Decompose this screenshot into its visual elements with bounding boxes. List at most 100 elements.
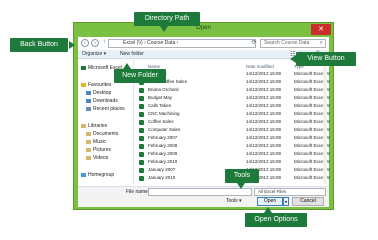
nav-item-libraries[interactable]: Libraries [81, 123, 107, 129]
excel-file-icon [139, 152, 144, 157]
nav-item-pictures[interactable]: Pictures [86, 147, 111, 153]
nav-item-favourites[interactable]: Favourites [81, 82, 111, 88]
back-button[interactable]: ‹ [81, 39, 89, 47]
table-row[interactable]: February 2010 14/12/2012 15:59 Microsoft E… [136, 159, 330, 166]
music-icon [86, 139, 91, 144]
file-date: 14/12/2012 15:59 [246, 143, 282, 148]
table-row[interactable]: Briana Orchard 14/12/2012 15:59 Microsoft … [136, 87, 330, 94]
file-date: 14/12/2012 15:59 [246, 87, 282, 92]
callout-new-folder: New Folder [114, 69, 166, 83]
file-date: 14/12/2012 15:59 [246, 111, 282, 116]
file-name: Coffee Sales [148, 119, 174, 124]
excel-file-icon [139, 168, 144, 173]
file-name: January 2010 [148, 175, 176, 180]
videos-icon [86, 155, 91, 160]
excel-icon [81, 65, 86, 70]
excel-file-icon [139, 128, 144, 133]
file-name: Budget May [148, 95, 173, 100]
recent-places-icon [86, 106, 91, 111]
callout-view-button: View Button [296, 52, 356, 66]
title-bar: Open ✕ [74, 23, 333, 37]
callout-directory-path: Directory Path [134, 12, 200, 26]
open-dialog: Open ✕ ‹ › ↑ Excel (\\) › Course Data › … [73, 22, 334, 210]
star-icon [81, 82, 86, 87]
new-folder-button[interactable]: New folder [120, 51, 144, 57]
tools-button[interactable]: Tools ▾ [226, 198, 242, 204]
directory-path-pointer [160, 26, 168, 32]
excel-file-icon [139, 96, 144, 101]
organize-button[interactable]: Organize ▾ [82, 51, 106, 57]
file-type-select[interactable]: All Excel Files [254, 188, 326, 196]
nav-item-documents[interactable]: Documents [86, 131, 118, 137]
nav-item-homegroup[interactable]: Homegroup [81, 172, 114, 178]
table-row[interactable]: Calls Taken 14/12/2012 15:59 Microsoft Exc… [136, 103, 330, 110]
address-path: Excel (\\) › Course Data › [123, 40, 179, 46]
address-bar[interactable]: Excel (\\) › Course Data › [108, 39, 256, 48]
excel-file-icon [139, 144, 144, 149]
excel-file-icon [139, 104, 144, 109]
column-header-date[interactable]: Date modified [246, 64, 274, 69]
search-placeholder: Search Course Data [264, 40, 310, 46]
nav-item-recent-places[interactable]: Recent places [86, 106, 125, 112]
table-row[interactable]: Coffee Sales 14/12/2012 15:59 Microsoft Ex… [136, 119, 330, 126]
callout-back-button: Back Button [10, 38, 68, 52]
table-row[interactable]: Computer Sales 14/12/2012 15:59 Microsoft … [136, 127, 330, 134]
table-row[interactable]: Budget May 14/12/2012 15:59 Microsoft Exce… [136, 95, 330, 102]
excel-file-icon [139, 136, 144, 141]
open-options-dropdown-icon[interactable]: ▾ [283, 197, 289, 206]
excel-file-icon [139, 176, 144, 181]
excel-file-icon [139, 112, 144, 117]
cancel-button[interactable]: Cancel [292, 197, 324, 206]
up-arrow-icon[interactable]: ↑ [100, 39, 108, 47]
search-input[interactable]: Search Course Data ⌕ [260, 39, 326, 48]
callout-tools: Tools [225, 169, 259, 183]
callout-open-options: Open Options [245, 213, 307, 227]
desktop-icon [86, 90, 91, 95]
table-row[interactable]: February 2007 14/12/2012 15:59 Microsoft E… [136, 135, 330, 142]
excel-file-icon [139, 88, 144, 93]
downloads-icon [86, 98, 91, 103]
homegroup-icon [81, 172, 86, 177]
file-name: February 2010 [148, 159, 178, 164]
file-name: January 2007 [148, 167, 176, 172]
forward-button[interactable]: › [91, 39, 99, 47]
file-date: 14/12/2012 15:59 [246, 71, 282, 76]
file-name-label: File name: [126, 189, 150, 195]
excel-file-icon [139, 120, 144, 125]
file-name-input[interactable] [148, 188, 252, 196]
search-icon: ⌕ [319, 40, 323, 46]
file-name: Calls Taken [148, 103, 172, 108]
libraries-icon [81, 123, 86, 128]
table-row[interactable]: February 2008 14/12/2012 15:59 Microsoft E… [136, 143, 330, 150]
file-date: 14/12/2012 15:59 [246, 151, 282, 156]
tools-pointer [237, 183, 245, 189]
file-date: 14/12/2012 15:59 [246, 119, 282, 124]
dialog-title: Open [196, 25, 211, 31]
file-name: Briana Orchard [148, 87, 179, 92]
file-date: 14/12/2012 15:59 [246, 95, 282, 100]
file-date: 14/12/2012 15:59 [246, 103, 282, 108]
table-row[interactable]: CNC Machining 14/12/2012 15:59 Microsoft E… [136, 111, 330, 118]
file-name: CNC Machining [148, 111, 180, 116]
excel-file-icon [139, 160, 144, 165]
file-name: February 2007 [148, 135, 178, 140]
file-date: 14/12/2012 15:59 [246, 79, 282, 84]
close-button[interactable]: ✕ [311, 24, 331, 35]
nav-item-downloads[interactable]: Downloads [86, 98, 118, 104]
nav-item-videos[interactable]: Videos [86, 155, 108, 161]
file-name: Computer Sales [148, 127, 181, 132]
back-button-pointer [69, 41, 75, 49]
file-date: 14/12/2012 15:59 [246, 135, 282, 140]
file-name: February 2008 [148, 143, 178, 148]
pictures-icon [86, 147, 91, 152]
nav-item-music[interactable]: Music [86, 139, 106, 145]
table-row[interactable]: February 2009 14/12/2012 15:59 Microsoft E… [136, 151, 330, 158]
file-date: 14/12/2012 15:59 [246, 127, 282, 132]
nav-item-desktop[interactable]: Desktop [86, 90, 111, 96]
open-button[interactable]: Open [257, 197, 283, 206]
refresh-icon[interactable]: ⟳ [250, 39, 258, 48]
stage: Open ✕ ‹ › ↑ Excel (\\) › Course Data › … [0, 0, 378, 240]
file-date: 14/12/2012 15:59 [246, 159, 282, 164]
scrollbar[interactable] [323, 60, 327, 184]
bottom-bar: File name: All Excel Files Tools ▾ Open … [78, 186, 329, 207]
